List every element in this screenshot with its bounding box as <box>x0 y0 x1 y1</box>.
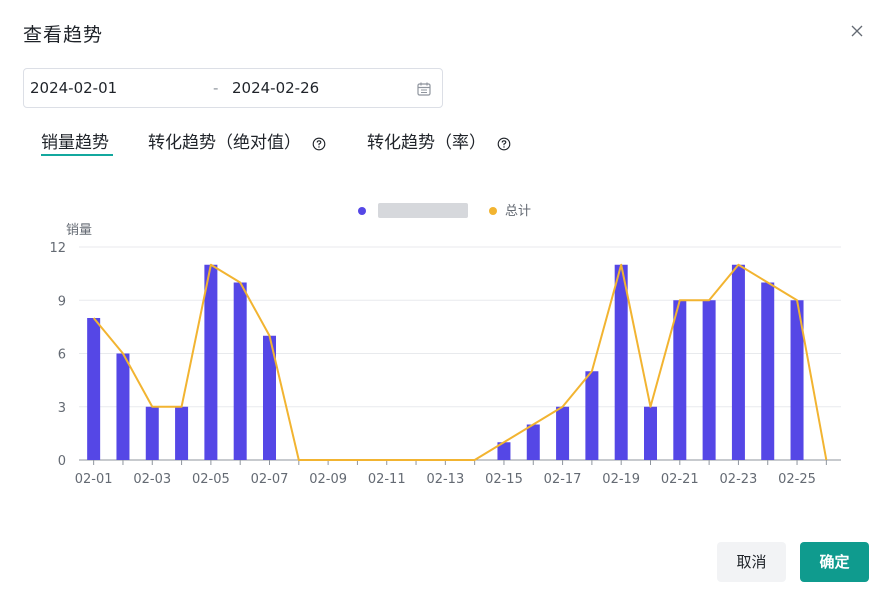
bar <box>87 318 101 460</box>
bar <box>204 264 218 460</box>
y-tick-label: 6 <box>58 348 66 363</box>
date-range-picker[interactable]: 2024-02-01 - 2024-02-26 <box>23 68 443 108</box>
tab-label: 销量趋势 <box>41 133 109 153</box>
bar <box>175 406 189 460</box>
tab-sales-trend[interactable]: 销量趋势 <box>41 128 109 153</box>
bar <box>145 406 159 460</box>
total-line <box>92 263 828 461</box>
dialog-title: 查看趋势 <box>23 24 104 46</box>
trend-dialog: 查看趋势 2024-02-01 - 2024-02-26 销量趋势 转化趋势（绝… <box>0 0 895 590</box>
start-date-input[interactable]: 2024-02-01 <box>30 79 117 97</box>
x-tick-label: 02-13 <box>426 472 464 487</box>
x-tick-label: 02-19 <box>602 472 640 487</box>
bar <box>731 264 745 460</box>
bar <box>233 282 247 460</box>
help-icon[interactable] <box>497 136 511 151</box>
help-icon[interactable] <box>312 136 326 151</box>
date-separator: - <box>213 79 219 97</box>
bar <box>761 282 775 460</box>
y-tick-label: 12 <box>49 241 66 256</box>
tab-label: 转化趋势（率） <box>367 133 486 153</box>
x-tick-label: 02-21 <box>661 472 699 487</box>
calendar-icon[interactable] <box>416 81 432 97</box>
x-tick-label: 02-15 <box>485 472 523 487</box>
x-tick-label: 02-03 <box>133 472 171 487</box>
x-tick-label: 02-01 <box>75 472 113 487</box>
active-tab-indicator <box>41 154 113 156</box>
y-tick-label: 0 <box>58 454 66 469</box>
cancel-button[interactable]: 取消 <box>717 542 786 582</box>
bar <box>702 300 716 460</box>
close-icon[interactable] <box>848 22 866 40</box>
tab-label: 转化趋势（绝对值） <box>148 133 301 153</box>
legend-label-redacted <box>378 203 468 218</box>
bar <box>116 353 130 460</box>
x-tick-label: 02-07 <box>251 472 289 487</box>
sales-trend-chart: 0 3 6 9 12销量 02-01 02-03 02-05 02-07 02-09 02-11 02… <box>49 203 841 487</box>
x-tick-label: 02-17 <box>544 472 582 487</box>
bar <box>526 424 540 460</box>
x-tick-label: 02-23 <box>720 472 758 487</box>
y-tick-label: 3 <box>58 401 66 416</box>
legend-marker-line <box>489 207 497 215</box>
end-date-input[interactable]: 2024-02-26 <box>232 79 319 97</box>
x-tick-label: 02-25 <box>778 472 816 487</box>
bar <box>614 264 628 460</box>
bar <box>644 406 657 460</box>
x-tick-label: 02-09 <box>309 472 347 487</box>
x-tick-label: 02-05 <box>192 472 230 487</box>
legend-marker-bar <box>358 207 366 215</box>
legend-label: 总计 <box>505 204 531 219</box>
tab-conversion-rate[interactable]: 转化趋势（率） <box>367 128 511 153</box>
ok-button[interactable]: 确定 <box>800 542 869 582</box>
y-axis-label: 销量 <box>66 223 92 238</box>
bar <box>673 300 687 460</box>
x-tick-label: 02-11 <box>368 472 406 487</box>
bar <box>556 406 570 460</box>
bar <box>585 371 599 460</box>
tab-conversion-absolute[interactable]: 转化趋势（绝对值） <box>148 128 326 153</box>
y-tick-label: 9 <box>58 294 66 309</box>
